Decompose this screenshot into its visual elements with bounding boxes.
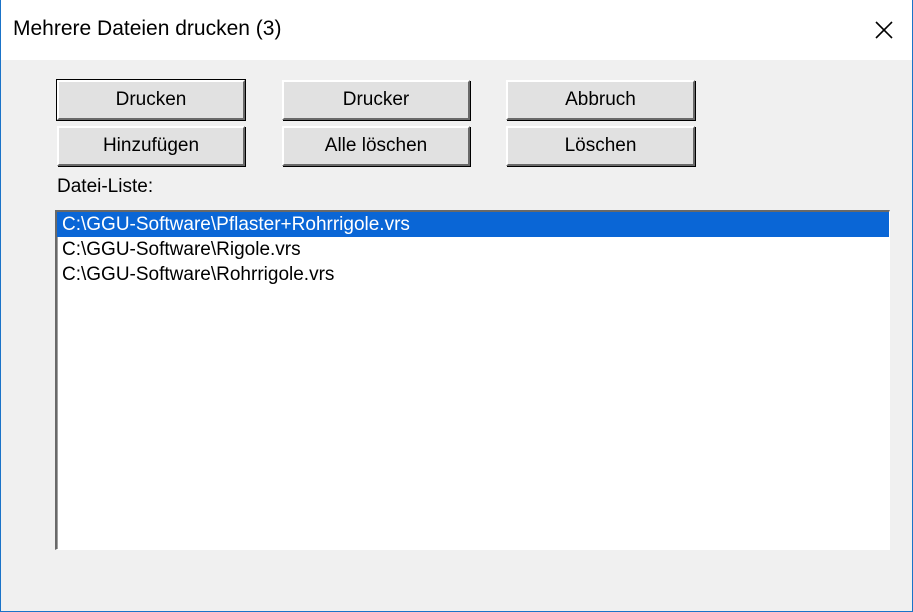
- window-title: Mehrere Dateien drucken (3): [13, 17, 282, 40]
- delete-button[interactable]: Löschen: [506, 126, 695, 166]
- add-button[interactable]: Hinzufügen: [57, 126, 245, 166]
- file-listbox[interactable]: C:\GGU-Software\Pflaster+Rohrrigole.vrs …: [55, 210, 890, 550]
- dialog-window: Mehrere Dateien drucken (3) Drucken Druc…: [0, 0, 913, 612]
- list-item[interactable]: C:\GGU-Software\Rohrrigole.vrs: [57, 262, 889, 287]
- close-button[interactable]: [856, 0, 912, 60]
- cancel-button[interactable]: Abbruch: [506, 80, 695, 120]
- close-icon: [875, 21, 893, 39]
- dialog-content: Drucken Drucker Abbruch Hinzufügen Alle …: [1, 60, 912, 611]
- title-bar[interactable]: Mehrere Dateien drucken (3): [1, 0, 912, 60]
- delete-all-button[interactable]: Alle löschen: [282, 126, 470, 166]
- list-item[interactable]: C:\GGU-Software\Pflaster+Rohrrigole.vrs: [57, 212, 889, 237]
- file-list-label: Datei-Liste:: [57, 176, 154, 197]
- list-item[interactable]: C:\GGU-Software\Rigole.vrs: [57, 237, 889, 262]
- print-button[interactable]: Drucken: [56, 79, 246, 121]
- printer-button[interactable]: Drucker: [282, 80, 470, 120]
